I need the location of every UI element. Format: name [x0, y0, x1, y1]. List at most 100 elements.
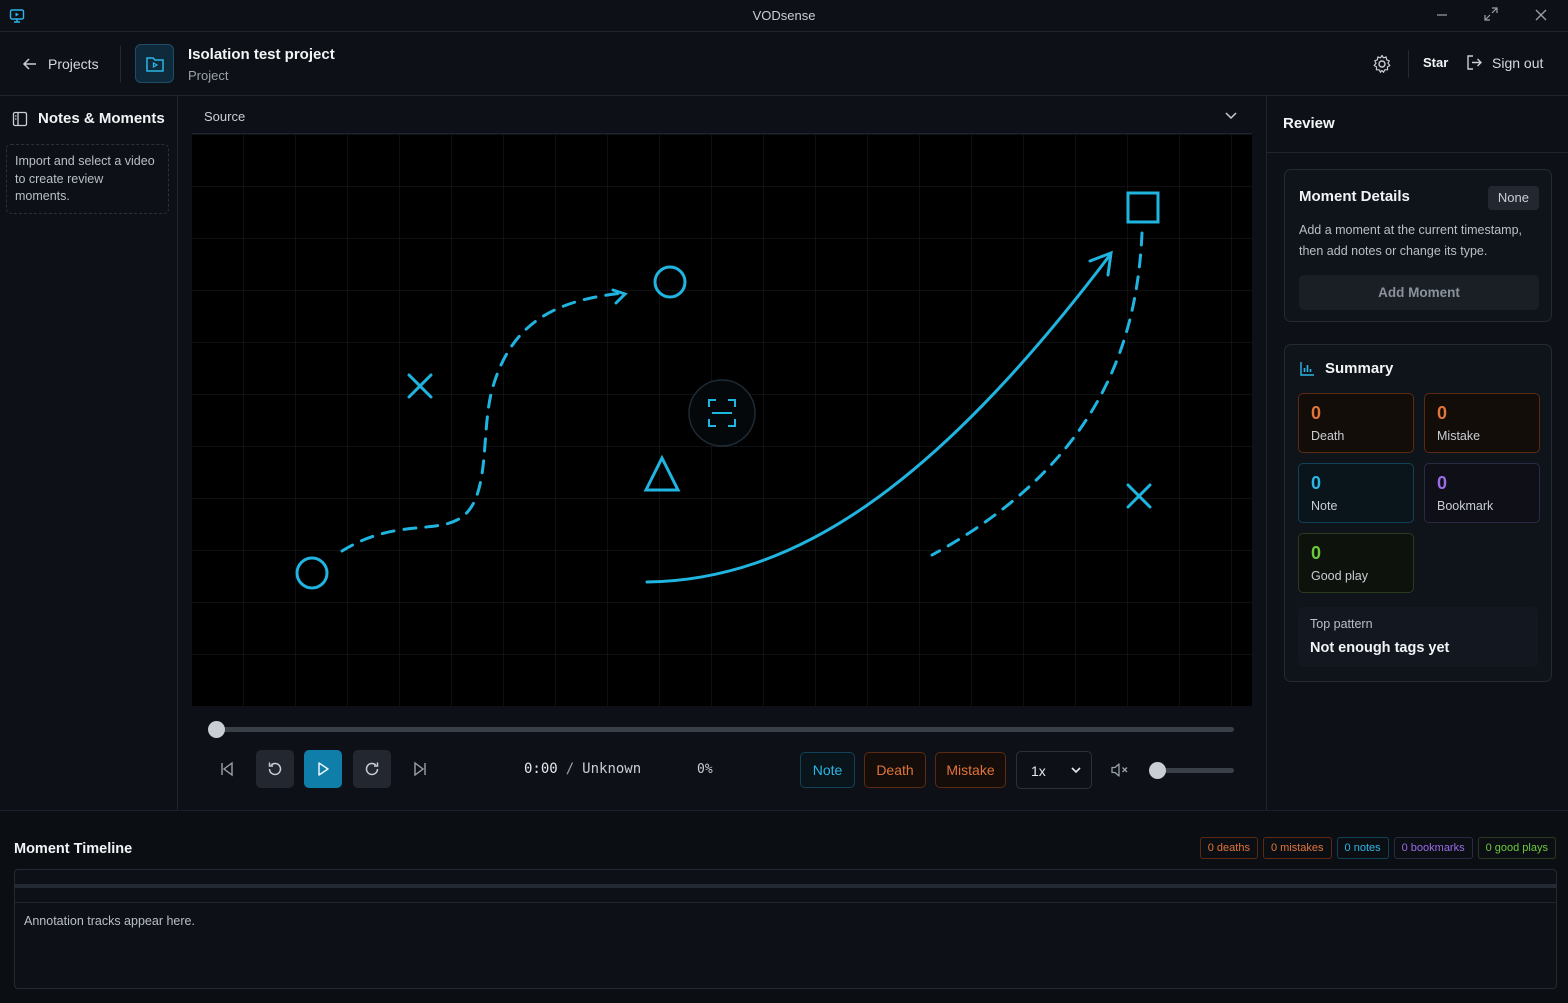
stat-note-label: Note	[1311, 499, 1338, 513]
moment-details-card: Moment Details None Add a moment at the …	[1284, 169, 1552, 322]
summary-header: Summary	[1299, 360, 1393, 377]
time-display: 0:00 / Unknown	[524, 761, 641, 777]
stat-bookmark: 0 Bookmark	[1424, 463, 1540, 523]
top-pattern-value: Not enough tags yet	[1310, 640, 1450, 656]
forward-button[interactable]	[353, 750, 391, 788]
minimize-button[interactable]	[1430, 6, 1454, 26]
chevron-down-icon	[1071, 767, 1081, 774]
moment-details-title: Moment Details	[1299, 188, 1410, 205]
review-panel: Review Moment Details None Add a moment …	[1266, 96, 1568, 810]
settings-gear-icon[interactable]	[1372, 54, 1392, 74]
top-pattern-box: Top pattern Not enough tags yet	[1298, 607, 1538, 667]
stat-note: 0 Note	[1298, 463, 1414, 523]
deaths-count-pill: 0 deaths	[1199, 837, 1258, 859]
notes-sidebar: Notes & Moments Import and select a vide…	[0, 96, 178, 810]
volume-slider[interactable]	[1158, 768, 1234, 773]
tag-note-button[interactable]: Note	[800, 752, 855, 788]
sign-out-icon	[1467, 55, 1482, 70]
skip-to-start-button[interactable]	[208, 750, 246, 788]
stat-good-play-count: 0	[1311, 543, 1322, 563]
star-button[interactable]: Star	[1423, 55, 1448, 70]
timeline-track-area[interactable]: Annotation tracks appear here.	[14, 869, 1557, 989]
app-header: Projects Isolation test project Project …	[0, 32, 1568, 96]
rotate-cw-icon	[365, 762, 379, 776]
timeline-ruler[interactable]	[15, 884, 1556, 888]
timeline-empty-message: Annotation tracks appear here.	[24, 914, 195, 928]
tag-mistake-button[interactable]: Mistake	[935, 752, 1006, 788]
timeline-counts: 0 deaths 0 mistakes 0 notes 0 bookmarks …	[1199, 837, 1556, 859]
seek-handle[interactable]	[208, 721, 225, 738]
sidebar-panel-icon	[12, 111, 28, 126]
stat-death-label: Death	[1311, 429, 1345, 443]
video-viewport[interactable]	[192, 135, 1252, 707]
skip-forward-icon	[414, 761, 426, 777]
notes-count-pill: 0 notes	[1336, 837, 1389, 859]
good-plays-count-pill: 0 good plays	[1477, 837, 1556, 859]
stat-mistake-count: 0	[1437, 403, 1448, 423]
volume-muted-icon[interactable]	[1110, 761, 1130, 779]
chevron-down-icon	[1225, 112, 1237, 120]
back-label: Projects	[48, 56, 99, 72]
volume-handle[interactable]	[1149, 762, 1166, 779]
stat-bookmark-count: 0	[1437, 473, 1448, 493]
moment-timeline-panel: Moment Timeline 0 deaths 0 mistakes 0 no…	[0, 810, 1568, 1003]
sign-out-label: Sign out	[1492, 54, 1544, 71]
back-to-projects-link[interactable]: Projects	[22, 52, 99, 76]
timeline-divider	[15, 902, 1556, 903]
title-bar: VODsense	[0, 0, 1568, 32]
add-moment-button[interactable]: Add Moment	[1299, 275, 1539, 310]
summary-title: Summary	[1325, 360, 1394, 377]
stat-bookmark-label: Bookmark	[1437, 499, 1494, 513]
sign-out-button[interactable]: Sign out	[1466, 54, 1543, 71]
duration: Unknown	[582, 761, 642, 777]
project-title: Isolation test project	[188, 46, 335, 63]
moment-details-description: Add a moment at the current timestamp, t…	[1299, 223, 1523, 258]
window-title: VODsense	[752, 8, 816, 23]
current-time: 0:00	[524, 761, 558, 777]
bar-chart-icon	[1300, 361, 1314, 376]
stat-good-play-label: Good play	[1311, 569, 1368, 583]
source-label: Source	[204, 109, 246, 124]
skip-to-end-button[interactable]	[401, 750, 439, 788]
rotate-ccw-icon	[268, 762, 282, 776]
header-divider-right	[1408, 50, 1409, 78]
minimize-icon	[1437, 14, 1447, 16]
header-divider	[120, 46, 121, 82]
bookmarks-count-pill: 0 bookmarks	[1393, 837, 1473, 859]
playback-speed-select[interactable]: 1x	[1016, 751, 1092, 789]
stat-good-play: 0 Good play	[1298, 533, 1414, 593]
sidebar-title: Notes & Moments	[38, 110, 165, 127]
skip-back-icon	[221, 761, 233, 777]
source-selector[interactable]: Source	[192, 96, 1252, 134]
tag-death-button[interactable]: Death	[864, 752, 926, 788]
timeline-title: Moment Timeline	[14, 841, 133, 857]
expand-icon	[1484, 7, 1498, 21]
stat-mistake-label: Mistake	[1437, 429, 1481, 443]
rewind-button[interactable]	[256, 750, 294, 788]
seek-bar[interactable]	[216, 727, 1234, 732]
review-divider	[1267, 152, 1568, 153]
speed-value: 1x	[1031, 763, 1046, 779]
close-window-button[interactable]	[1529, 6, 1553, 26]
stat-death-count: 0	[1311, 403, 1322, 423]
arrow-left-icon	[22, 58, 36, 70]
stat-note-count: 0	[1311, 473, 1322, 493]
play-button[interactable]	[304, 750, 342, 788]
stat-mistake: 0 Mistake	[1424, 393, 1540, 453]
moment-type-badge: None	[1487, 186, 1539, 210]
summary-card: Summary 0 Death 0 Mistake 0 Note 0 Bookm…	[1284, 344, 1552, 682]
review-title: Review	[1283, 115, 1335, 132]
folder-video-icon	[145, 56, 164, 72]
progress-percent: 0%	[697, 762, 713, 777]
project-icon	[135, 44, 174, 83]
close-icon	[1535, 9, 1547, 21]
center-scan-icon	[688, 379, 756, 447]
play-icon	[318, 762, 329, 776]
sidebar-header[interactable]: Notes & Moments	[12, 110, 165, 127]
mistakes-count-pill: 0 mistakes	[1262, 837, 1332, 859]
sidebar-empty-hint: Import and select a video to create revi…	[6, 144, 169, 214]
video-placeholder-graphic	[192, 135, 1252, 707]
time-separator: /	[565, 761, 575, 777]
top-pattern-label: Top pattern	[1310, 617, 1373, 631]
maximize-button[interactable]	[1479, 6, 1503, 26]
